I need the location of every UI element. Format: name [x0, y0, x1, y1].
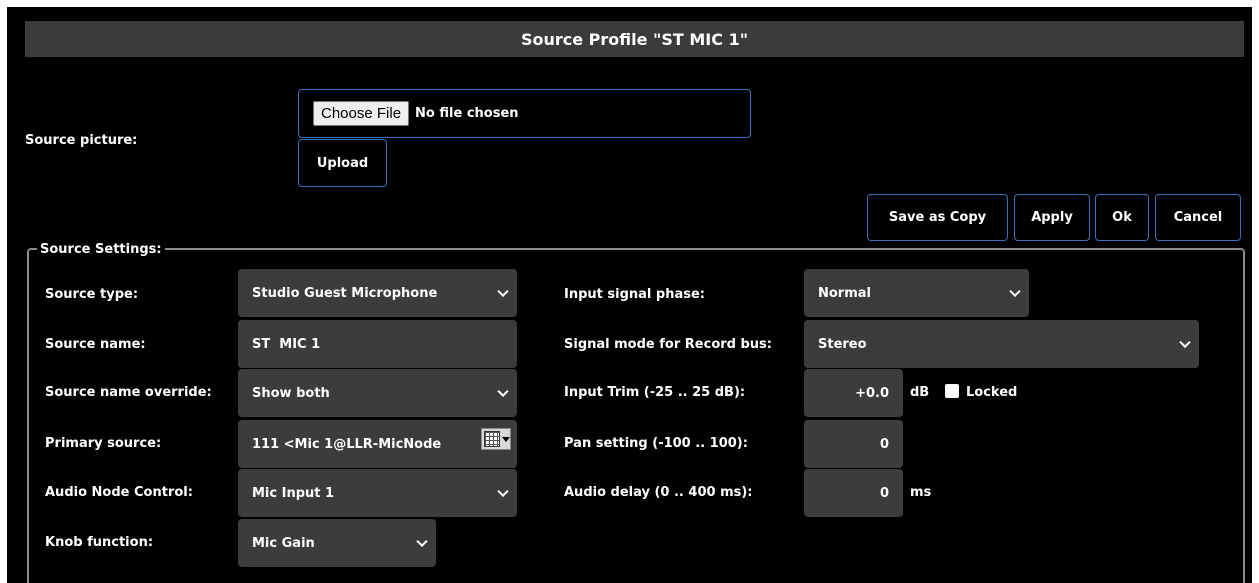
input-signal-phase-label: Input signal phase:: [564, 287, 705, 302]
pan-setting-value: 0: [879, 436, 889, 452]
source-name-override-value: Show both: [252, 385, 330, 401]
ok-button[interactable]: Ok: [1095, 194, 1149, 241]
chevron-down-icon: [497, 285, 509, 298]
source-type-value: Studio Guest Microphone: [252, 285, 438, 301]
cancel-button[interactable]: Cancel: [1155, 194, 1241, 241]
upload-button[interactable]: Upload: [298, 139, 387, 187]
knob-function-value: Mic Gain: [252, 535, 315, 551]
primary-source-select[interactable]: 111 <Mic 1@LLR-MicNode: [238, 420, 517, 468]
input-trim-unit: dB: [910, 385, 930, 400]
input-trim-label: Input Trim (-25 .. 25 dB):: [564, 385, 746, 400]
knob-function-label: Knob function:: [45, 535, 154, 550]
source-picker-icon[interactable]: [481, 428, 511, 450]
pan-setting-label: Pan setting (-100 .. 100):: [564, 436, 748, 451]
audio-delay-value: 0: [879, 485, 889, 501]
locked-checkbox[interactable]: [945, 384, 959, 398]
source-name-label: Source name:: [45, 337, 146, 352]
record-bus-mode-value: Stereo: [818, 336, 867, 352]
choose-file-button[interactable]: Choose File: [313, 101, 410, 126]
knob-function-select[interactable]: Mic Gain: [238, 519, 436, 567]
input-trim-value: +0.0: [855, 385, 889, 401]
audio-node-control-label: Audio Node Control:: [45, 485, 193, 500]
source-picture-label: Source picture:: [25, 133, 138, 148]
primary-source-label: Primary source:: [45, 436, 162, 451]
audio-node-control-value: Mic Input 1: [252, 485, 335, 501]
primary-source-value: 111 <Mic 1@LLR-MicNode: [252, 436, 442, 452]
source-type-label: Source type:: [45, 287, 139, 302]
source-settings-legend: Source Settings:: [37, 242, 165, 257]
source-type-select[interactable]: Studio Guest Microphone: [238, 269, 517, 317]
input-trim-field[interactable]: +0.0: [804, 369, 903, 417]
chevron-down-icon: [497, 385, 509, 398]
locked-label: Locked: [966, 385, 1018, 400]
record-bus-mode-label: Signal mode for Record bus:: [564, 337, 772, 352]
dialog: Source Profile "ST MIC 1" Source picture…: [7, 7, 1252, 583]
source-name-input[interactable]: ST MIC 1: [238, 320, 517, 368]
pan-setting-field[interactable]: 0: [804, 420, 903, 468]
input-signal-phase-value: Normal: [818, 285, 871, 301]
file-input[interactable]: Choose File No file chosen: [298, 89, 751, 138]
chevron-down-icon: [1179, 336, 1191, 349]
file-status: No file chosen: [415, 106, 519, 121]
input-signal-phase-select[interactable]: Normal: [804, 269, 1029, 317]
chevron-down-icon: [1009, 285, 1021, 298]
source-name-value: ST MIC 1: [252, 336, 321, 352]
chevron-down-icon: [497, 485, 509, 498]
audio-delay-unit: ms: [910, 485, 932, 500]
apply-button[interactable]: Apply: [1014, 194, 1090, 241]
page-title: Source Profile "ST MIC 1": [25, 21, 1244, 57]
save-as-copy-button[interactable]: Save as Copy: [867, 194, 1008, 241]
audio-delay-field[interactable]: 0: [804, 469, 903, 517]
audio-delay-label: Audio delay (0 .. 400 ms):: [564, 485, 753, 500]
source-name-override-label: Source name override:: [45, 385, 212, 400]
audio-node-control-select[interactable]: Mic Input 1: [238, 469, 517, 517]
record-bus-mode-select[interactable]: Stereo: [804, 320, 1199, 368]
chevron-down-icon: [416, 535, 428, 548]
source-name-override-select[interactable]: Show both: [238, 369, 517, 417]
